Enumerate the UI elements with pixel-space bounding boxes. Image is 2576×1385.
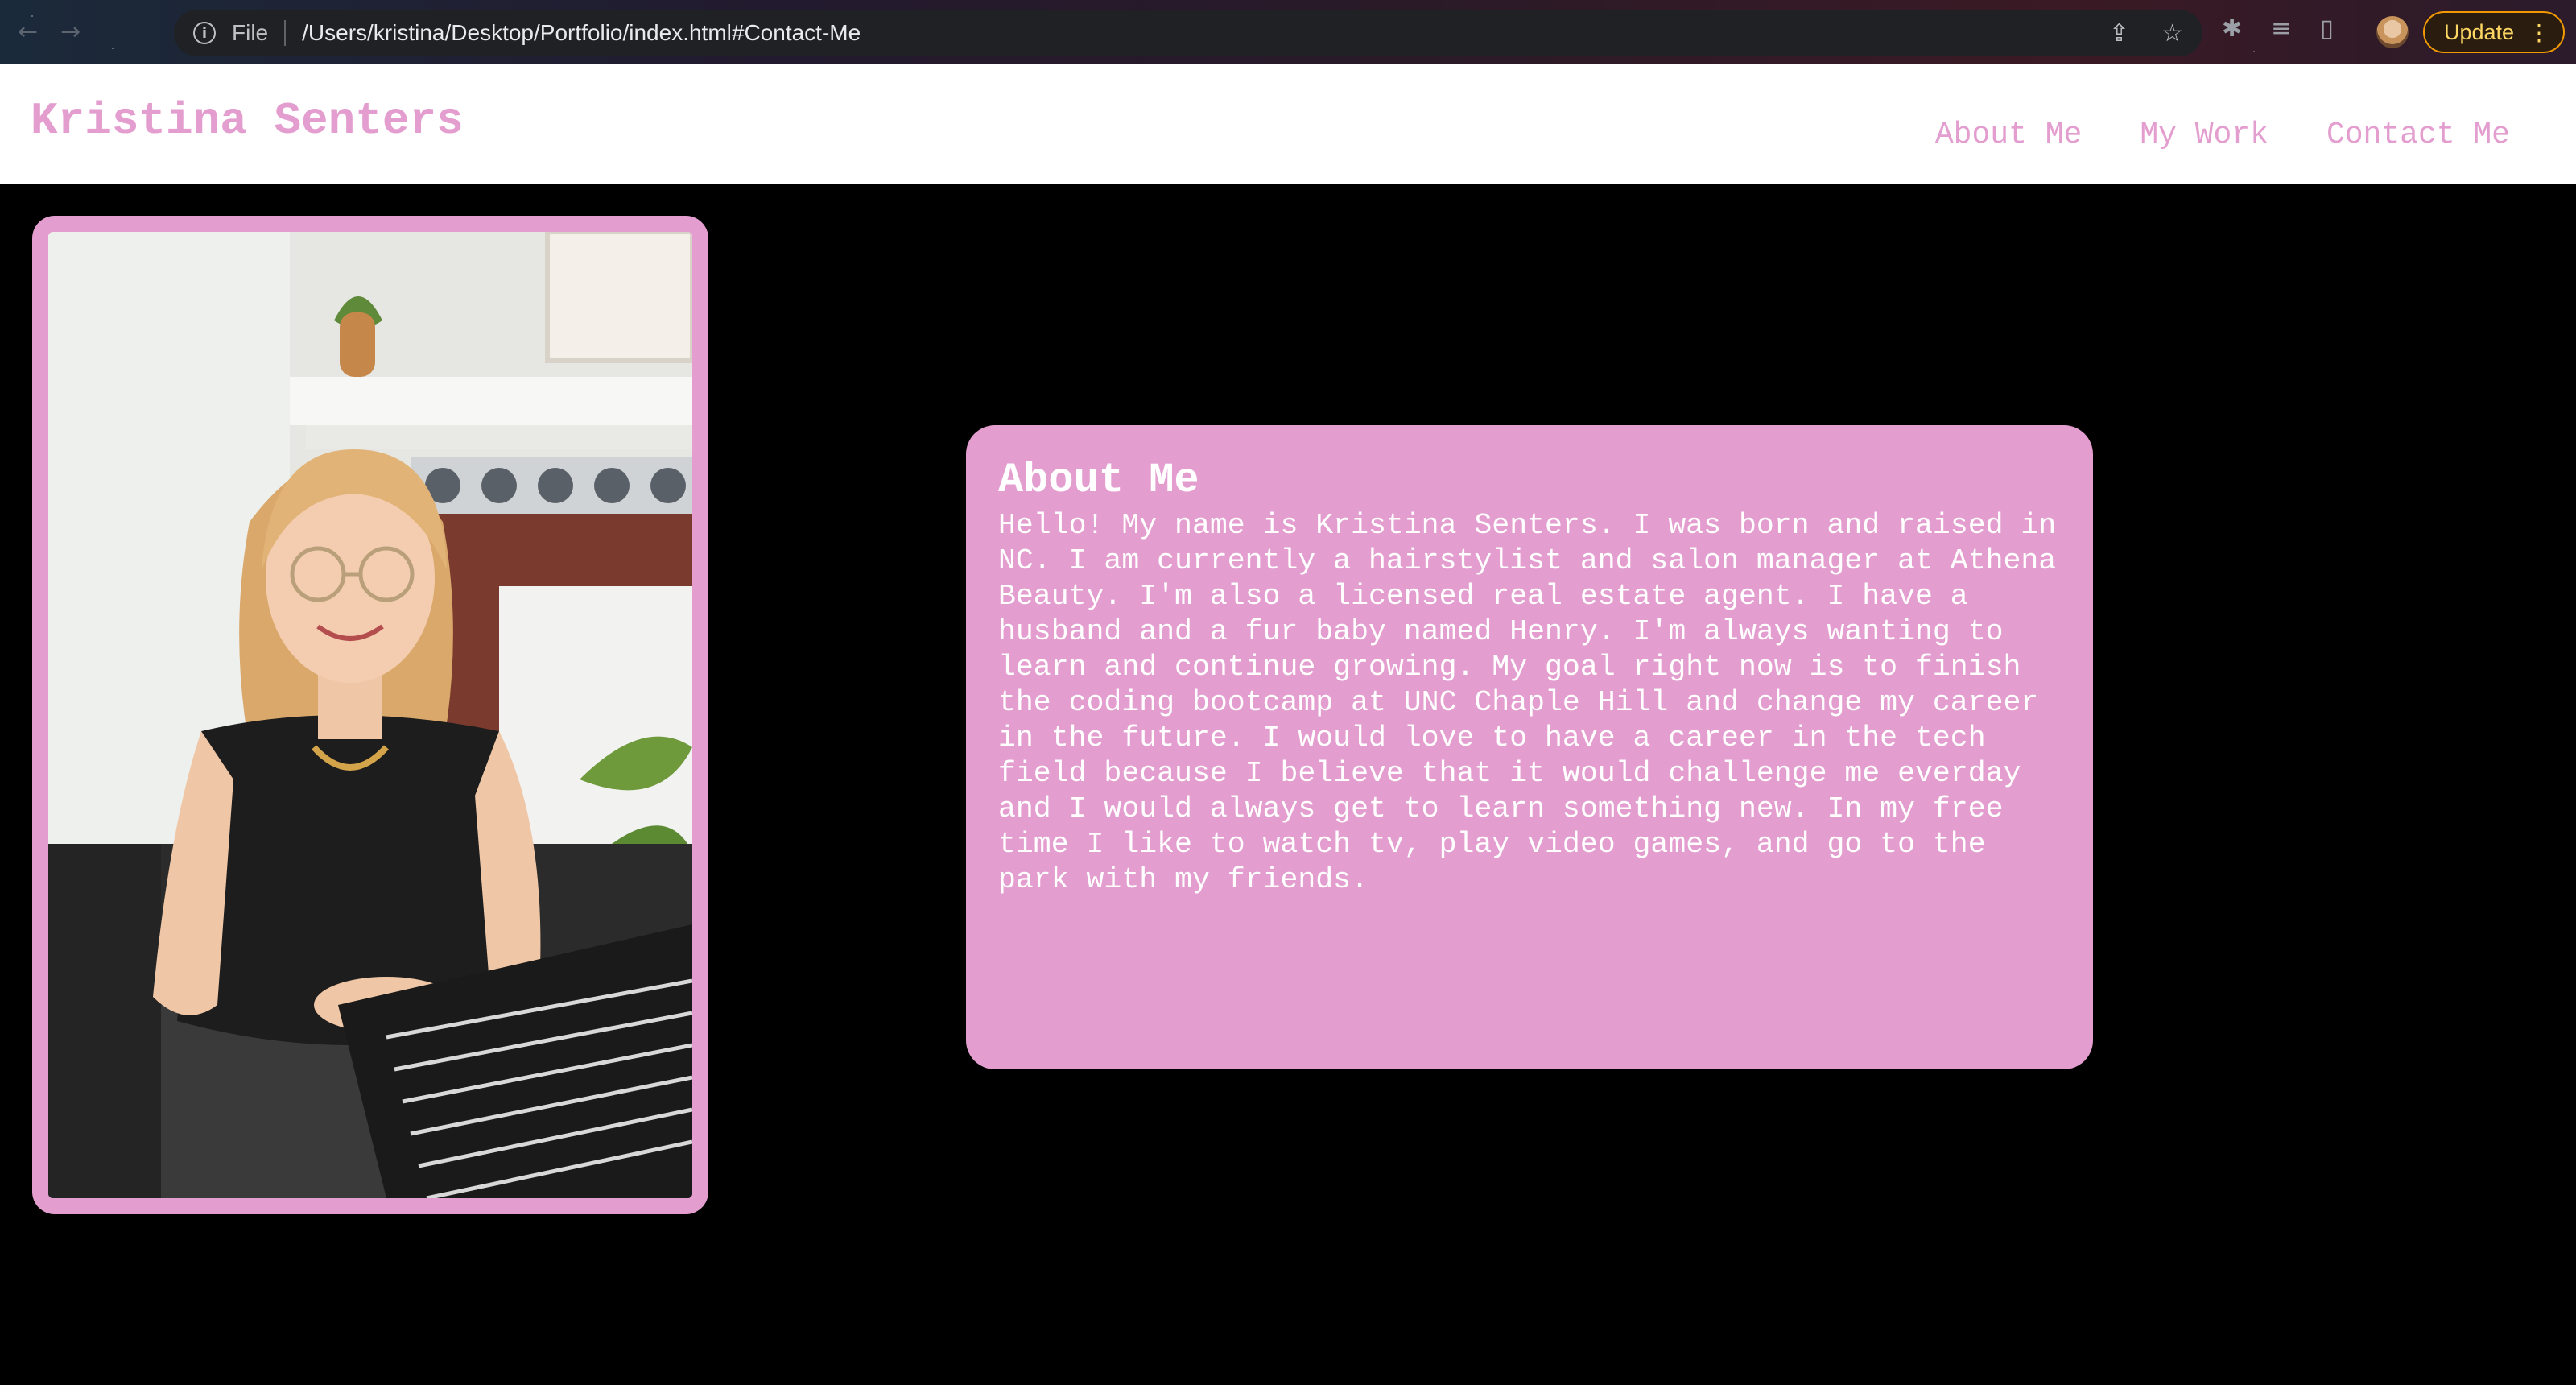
- about-me-heading: About Me: [998, 457, 1199, 504]
- profile-photo: [48, 232, 692, 1198]
- site-header: Kristina Senters About Me My Work Contac…: [0, 64, 2576, 184]
- side-panel-icon[interactable]: ▯: [2320, 14, 2334, 43]
- menu-kebab-icon[interactable]: ⋮: [2528, 19, 2550, 46]
- profile-photo-frame: [32, 216, 708, 1214]
- extensions-puzzle-icon[interactable]: ✱: [2222, 14, 2242, 43]
- forward-arrow-icon[interactable]: →: [60, 18, 80, 46]
- extension-icons: ✱ ≡ ▯: [2222, 14, 2334, 43]
- about-me-card: About Me Hello! My name is Kristina Sent…: [966, 425, 2093, 1069]
- address-url[interactable]: /Users/kristina/Desktop/Portfolio/index.…: [302, 20, 861, 46]
- update-button[interactable]: Update ⋮: [2423, 11, 2565, 53]
- about-me-text: Hello! My name is Kristina Senters. I wa…: [998, 509, 2057, 897]
- nav-link-my-work[interactable]: My Work: [2140, 118, 2268, 152]
- profile-avatar[interactable]: [2376, 16, 2409, 48]
- navigation-buttons: ← →: [18, 18, 80, 46]
- reading-list-icon[interactable]: ≡: [2271, 14, 2291, 43]
- bookmark-star-icon[interactable]: ☆: [2161, 19, 2183, 48]
- address-scheme: File: [232, 20, 269, 45]
- address-bar-actions: ⇪ ☆: [2109, 19, 2183, 48]
- back-arrow-icon[interactable]: ←: [18, 18, 38, 46]
- info-icon[interactable]: i: [193, 22, 216, 44]
- share-icon[interactable]: ⇪: [2109, 19, 2129, 48]
- browser-toolbar: ← → i File /Users/kristina/Desktop/Portf…: [0, 0, 2576, 64]
- address-separator: [284, 20, 287, 46]
- profile-photo-illustration: [48, 232, 692, 1198]
- address-bar[interactable]: i File /Users/kristina/Desktop/Portfolio…: [174, 10, 2202, 56]
- nav-link-contact-me[interactable]: Contact Me: [2326, 118, 2510, 152]
- site-title: Kristina Senters: [31, 95, 464, 147]
- nav-link-about-me[interactable]: About Me: [1935, 118, 2082, 152]
- site-nav: About Me My Work Contact Me: [1935, 118, 2510, 152]
- update-button-label: Update: [2444, 19, 2515, 44]
